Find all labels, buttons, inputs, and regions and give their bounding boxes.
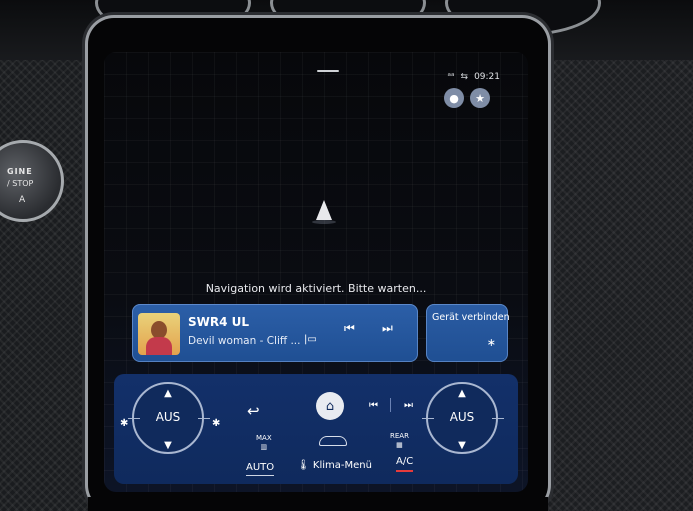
windshield-defrost-icon: ▥ <box>260 443 268 451</box>
arrow-shadow <box>312 220 336 224</box>
skip-previous-icon[interactable]: ⏮ <box>344 321 355 336</box>
max-defrost-label: MAX <box>256 434 272 442</box>
skip-next-icon[interactable]: ⏭ <box>382 321 393 336</box>
chevron-up-icon[interactable]: ▲ <box>134 388 202 399</box>
chevron-up-icon[interactable]: ▲ <box>428 388 496 399</box>
radio-source-icon[interactable]: |▭ <box>304 334 317 345</box>
knob-tick-left <box>422 418 434 419</box>
climate-skip-next-icon[interactable]: ⏭ <box>404 400 413 411</box>
start-button-label-1: GINE <box>7 167 33 176</box>
divider <box>390 398 391 412</box>
climate-skip-previous-icon[interactable]: ⏮ <box>369 400 378 411</box>
temperature-knob-right[interactable]: ▲ AUS ▼ <box>422 382 504 454</box>
fan-high-icon[interactable]: ✱ <box>212 418 220 429</box>
knob-tick-left <box>128 418 140 419</box>
phone-signal-icon: ⇆ <box>460 72 469 82</box>
climate-menu-button[interactable]: 🌡 Klima-Menü <box>297 460 372 471</box>
bezel-bottom <box>88 497 548 511</box>
temperature-knob-left[interactable]: ▲ AUS ▼ <box>128 382 210 454</box>
left-temperature-value: AUS <box>155 410 181 424</box>
signal-icon: ᵃᵃ <box>447 72 455 82</box>
radio-station: SWR4 UL <box>188 315 250 329</box>
knob-tick-right <box>492 418 504 419</box>
favorites-button[interactable]: ★ <box>470 88 490 108</box>
air-recirculation-icon[interactable] <box>319 436 347 446</box>
start-button-label-2: / STOP <box>7 179 34 188</box>
thermometer-icon: 🌡 <box>297 460 310 471</box>
rear-window-defrost-icon: ▦ <box>396 441 403 449</box>
ac-button[interactable]: A/C <box>396 456 414 472</box>
connect-device-widget[interactable]: Gerät verbinden ∗ <box>426 304 510 362</box>
auto-climate-button[interactable]: AUTO <box>246 462 275 476</box>
profile-button[interactable]: ● <box>444 88 464 108</box>
pull-down-handle[interactable] <box>317 70 339 72</box>
navigation-status-message: Navigation wird aktiviert. Bitte warten.… <box>205 282 427 295</box>
rear-defrost-label: REAR <box>390 432 409 440</box>
chevron-down-icon[interactable]: ▼ <box>134 440 202 451</box>
infotainment-screen: ᵃᵃ ⇆ 09:21 ● ★ Navigation wird aktiviert… <box>104 52 528 492</box>
climate-menu-label: Klima-Menü <box>312 460 372 471</box>
chevron-down-icon[interactable]: ▼ <box>428 440 496 451</box>
fan-low-icon[interactable]: ✱ <box>120 418 128 429</box>
max-defrost-button[interactable]: MAX ▥ <box>256 434 272 452</box>
track-title: Devil woman - Cliff ... <box>188 335 301 347</box>
climate-bar: ▲ AUS ▼ ✱ ✱ ↩ ⌂ ⏮ ⏭ MAX ▥ REAR ▦ AUTO 🌡 … <box>114 374 518 484</box>
knob-tick-right <box>198 418 210 419</box>
trim-right <box>543 60 693 511</box>
home-button[interactable]: ⌂ <box>316 392 344 420</box>
start-button-label-3: A <box>19 195 26 205</box>
connect-device-label: Gerät verbinden <box>432 312 510 323</box>
clock: 09:21 <box>474 72 500 82</box>
album-art-figure <box>146 337 172 355</box>
home-icon: ⌂ <box>325 398 335 414</box>
media-widget[interactable]: SWR4 UL Devil woman - Cliff ... |▭ ⏮ ⏭ <box>132 304 418 362</box>
bluetooth-icon: ∗ <box>486 336 496 349</box>
status-bar: ᵃᵃ ⇆ 09:21 <box>447 72 500 82</box>
rear-defrost-button[interactable]: REAR ▦ <box>390 432 409 450</box>
profile-icon: ● <box>449 91 459 105</box>
album-art <box>138 313 180 355</box>
navigation-position-arrow-icon <box>316 200 332 220</box>
back-arrow-icon[interactable]: ↩ <box>247 402 260 420</box>
right-temperature-value: AUS <box>449 410 475 424</box>
star-icon: ★ <box>475 91 485 105</box>
